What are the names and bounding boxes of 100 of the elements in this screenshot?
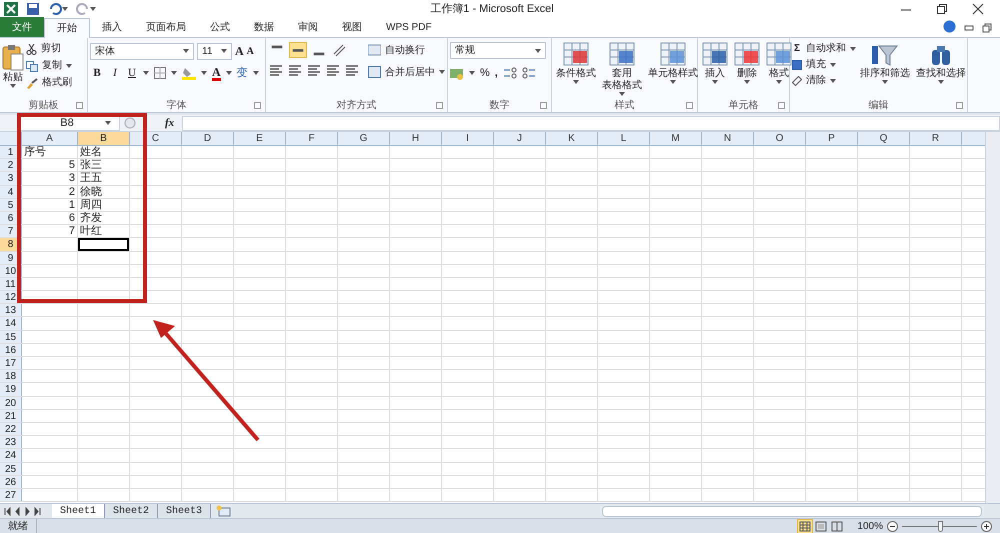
- column-header[interactable]: M: [650, 132, 702, 145]
- column-header[interactable]: J: [494, 132, 546, 145]
- caret-icon[interactable]: [226, 71, 232, 76]
- column-header[interactable]: N: [702, 132, 754, 145]
- borders-icon[interactable]: [154, 67, 166, 80]
- ribbon-tab[interactable]: 文件: [0, 17, 44, 37]
- align-icon[interactable]: [344, 64, 360, 78]
- caret-icon[interactable]: [573, 80, 579, 84]
- caret-icon[interactable]: [439, 70, 445, 74]
- column-header[interactable]: Q: [858, 132, 910, 145]
- column-header[interactable]: C: [130, 132, 182, 145]
- ribbon-tab[interactable]: 开始: [44, 18, 90, 38]
- column-header[interactable]: E: [234, 132, 286, 145]
- caret-icon[interactable]: [938, 80, 944, 84]
- active-cell[interactable]: [78, 238, 129, 250]
- dialog-launcher-icon[interactable]: [778, 102, 785, 109]
- clear-button[interactable]: 清除: [792, 74, 856, 88]
- ribbon-button[interactable]: 单元格样式: [646, 42, 700, 100]
- row-header[interactable]: 25: [0, 462, 22, 475]
- number-format-field[interactable]: 常规: [450, 42, 546, 59]
- phonetic-button[interactable]: 变: [236, 65, 248, 82]
- column-header[interactable]: K: [546, 132, 598, 145]
- ribbon-button[interactable]: 套用 表格格式: [600, 42, 644, 100]
- minimize-icon[interactable]: [964, 23, 974, 33]
- row-header[interactable]: 27: [0, 488, 22, 502]
- row-header[interactable]: 20: [0, 396, 22, 409]
- underline-button[interactable]: U: [126, 65, 138, 82]
- ribbon-tab[interactable]: 审阅: [286, 18, 330, 37]
- column-header[interactable]: R: [910, 132, 962, 145]
- zoom-out-icon[interactable]: [887, 520, 898, 532]
- comma-button[interactable]: ,: [494, 65, 498, 82]
- dialog-launcher-icon[interactable]: [76, 102, 83, 109]
- caret-icon[interactable]: [252, 71, 259, 76]
- restore-icon[interactable]: [982, 23, 992, 33]
- row-header[interactable]: 15: [0, 330, 22, 343]
- bold-button[interactable]: B: [90, 65, 104, 82]
- font-color-button[interactable]: A: [212, 66, 221, 81]
- row-header[interactable]: 16: [0, 344, 22, 356]
- caret-icon[interactable]: [143, 71, 149, 76]
- zoom-in-icon[interactable]: [981, 520, 992, 532]
- ribbon-tab[interactable]: 页面布局: [134, 18, 198, 37]
- dialog-launcher-icon[interactable]: [540, 102, 547, 109]
- ribbon-button[interactable]: 删除: [732, 42, 762, 100]
- sheet-tab[interactable]: Sheet3: [158, 504, 212, 518]
- ribbon-tab[interactable]: 插入: [90, 18, 134, 37]
- column-header[interactable]: H: [390, 132, 442, 145]
- caret-icon[interactable]: [105, 121, 111, 125]
- sheet-tab[interactable]: Sheet1: [52, 504, 106, 518]
- ribbon-tab[interactable]: WPS PDF: [374, 18, 444, 37]
- column-header[interactable]: I: [442, 132, 494, 145]
- column-header[interactable]: F: [286, 132, 338, 145]
- row-header[interactable]: 26: [0, 476, 22, 488]
- caret-icon[interactable]: [221, 49, 227, 53]
- column-header[interactable]: P: [806, 132, 858, 145]
- help-icon[interactable]: [943, 20, 956, 33]
- caret-icon[interactable]: [66, 64, 72, 68]
- sheet-tab[interactable]: Sheet2: [105, 504, 158, 518]
- close-icon[interactable]: [972, 3, 984, 15]
- normal-view-icon[interactable]: [798, 520, 812, 532]
- row-header[interactable]: 21: [0, 410, 22, 422]
- caret-icon[interactable]: [469, 71, 475, 76]
- row-header[interactable]: 13: [0, 304, 22, 316]
- row-header[interactable]: 24: [0, 449, 22, 462]
- column-header[interactable]: O: [754, 132, 806, 145]
- row-header[interactable]: 17: [0, 357, 22, 370]
- align-icon[interactable]: [268, 64, 284, 78]
- ribbon-button[interactable]: 条件格式: [554, 42, 598, 100]
- zoom-level[interactable]: 100%: [857, 518, 883, 533]
- caret-icon[interactable]: [882, 80, 888, 84]
- ribbon-button[interactable]: 插入: [700, 42, 730, 100]
- save-icon[interactable]: [26, 2, 40, 16]
- vertical-scrollbar[interactable]: [985, 132, 1000, 503]
- caret-icon[interactable]: [776, 80, 782, 84]
- row-header[interactable]: 22: [0, 422, 22, 436]
- grow-font-button[interactable]: A: [235, 42, 244, 60]
- caret-icon[interactable]: [183, 49, 189, 53]
- caret-icon[interactable]: [850, 47, 856, 51]
- row-header[interactable]: 14: [0, 317, 22, 330]
- align-icon[interactable]: [325, 64, 341, 78]
- caret-icon[interactable]: [201, 71, 207, 76]
- ribbon-tab[interactable]: 数据: [242, 18, 286, 37]
- ribbon-button[interactable]: 查找和选择: [914, 42, 968, 100]
- fill-button[interactable]: 填充: [792, 58, 856, 72]
- shrink-font-button[interactable]: A: [246, 44, 254, 58]
- align-icon[interactable]: [306, 64, 322, 78]
- decrease-decimal-icon[interactable]: [522, 67, 536, 80]
- ribbon-button[interactable]: 格式: [764, 42, 794, 100]
- caret-icon[interactable]: [10, 84, 16, 88]
- dialog-launcher-icon[interactable]: [254, 102, 261, 109]
- horizontal-scrollbar[interactable]: [602, 506, 982, 516]
- align-icon[interactable]: [287, 64, 303, 78]
- ribbon-button[interactable]: 排序和筛选: [858, 42, 912, 100]
- italic-button[interactable]: I: [109, 65, 121, 82]
- autosum-button[interactable]: Σ 自动求和: [792, 42, 856, 56]
- restore-icon[interactable]: [936, 3, 948, 15]
- page-break-icon[interactable]: [830, 520, 844, 532]
- dialog-launcher-icon[interactable]: [436, 102, 443, 109]
- increase-decimal-icon[interactable]: [502, 67, 517, 80]
- caret-icon[interactable]: [830, 79, 836, 83]
- row-header[interactable]: 19: [0, 383, 22, 396]
